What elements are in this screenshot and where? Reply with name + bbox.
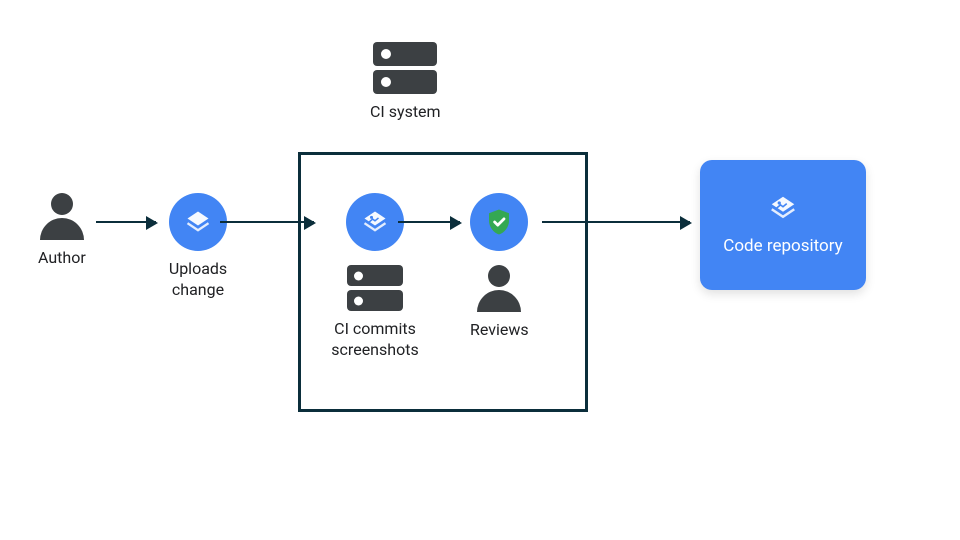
person-icon: [40, 193, 84, 240]
person-icon: [477, 265, 521, 312]
layers-icon: [169, 193, 227, 251]
author-node: Author: [38, 193, 86, 269]
arrow-ci-to-reviews: [398, 221, 460, 223]
ci-commits-node: CI commits screenshots: [320, 193, 430, 361]
shield-check-icon: [470, 193, 528, 251]
uploads-change-label: Uploads change: [158, 259, 238, 301]
arrow-author-to-uploads: [96, 221, 156, 223]
arrow-reviews-to-repo: [542, 221, 690, 223]
reviews-node: Reviews: [470, 193, 529, 341]
reviews-label: Reviews: [470, 320, 529, 341]
ci-system-node: CI system: [370, 42, 441, 123]
arrow-uploads-to-ci: [220, 221, 314, 223]
server-icon: [347, 265, 403, 311]
ci-system-label: CI system: [370, 102, 441, 123]
uploads-change-node: Uploads change: [158, 193, 238, 301]
code-repository-node: Code repository: [700, 160, 866, 290]
server-icon: [373, 42, 437, 94]
image-layers-icon: [346, 193, 404, 251]
author-label: Author: [38, 248, 86, 269]
code-repository-label: Code repository: [723, 235, 843, 257]
ci-commits-label: CI commits screenshots: [320, 319, 430, 361]
image-layers-icon: [768, 193, 798, 223]
